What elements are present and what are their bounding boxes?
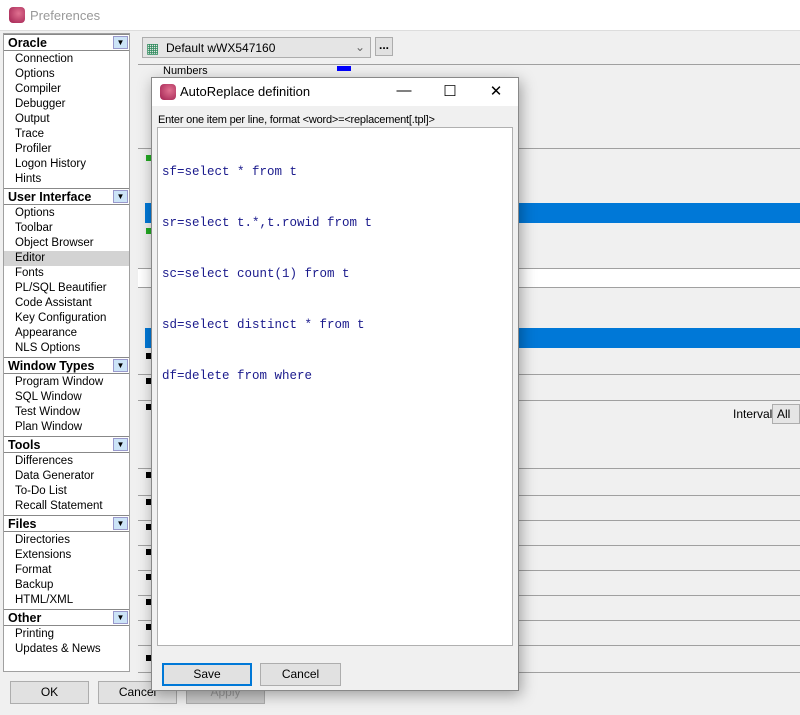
format-hint: Enter one item per line, format <word>=<… xyxy=(158,114,435,126)
sidebar-item[interactable]: Toolbar xyxy=(4,221,129,236)
collapse-icon[interactable]: ▼ xyxy=(113,36,128,49)
sidebar-item[interactable]: Printing xyxy=(4,627,129,642)
section-label: Files xyxy=(8,517,37,531)
sidebar-item[interactable]: Directories xyxy=(4,533,129,548)
sidebar-section-other[interactable]: Other ▼ xyxy=(4,609,129,626)
app-icon xyxy=(9,7,25,23)
profile-value: Default wWX547160 xyxy=(166,41,276,55)
autoreplace-dialog: AutoReplace definition — ☐ ✕ Enter one i… xyxy=(151,77,519,691)
sidebar-item[interactable]: NLS Options xyxy=(4,341,129,356)
window-title: Preferences xyxy=(30,8,101,23)
dialog-title: AutoReplace definition xyxy=(180,84,311,99)
close-icon[interactable]: ✕ xyxy=(481,82,511,100)
sidebar-item[interactable]: Profiler xyxy=(4,142,129,157)
title-bar: Preferences xyxy=(0,0,800,31)
sidebar-item[interactable]: Recall Statement xyxy=(4,499,129,514)
sidebar-section-user-interface[interactable]: User Interface ▼ xyxy=(4,188,129,205)
sidebar-item[interactable]: Updates & News xyxy=(4,642,129,657)
sidebar-item[interactable]: Output xyxy=(4,112,129,127)
maximize-icon[interactable]: ☐ xyxy=(435,82,465,100)
sidebar-item[interactable]: Key Configuration xyxy=(4,311,129,326)
sidebar-item[interactable]: Code Assistant xyxy=(4,296,129,311)
sidebar-section-tools[interactable]: Tools ▼ xyxy=(4,436,129,453)
sidebar-item[interactable]: Data Generator xyxy=(4,469,129,484)
sidebar-item[interactable]: Hints xyxy=(4,172,129,187)
chevron-down-icon: ⌄ xyxy=(354,40,365,54)
sidebar-item[interactable]: Logon History xyxy=(4,157,129,172)
sidebar-item[interactable]: To-Do List xyxy=(4,484,129,499)
divider xyxy=(138,64,800,65)
sidebar-item[interactable]: Trace xyxy=(4,127,129,142)
interval-label: Interval xyxy=(733,407,773,421)
sidebar-item[interactable]: Appearance xyxy=(4,326,129,341)
section-label: User Interface xyxy=(8,190,92,204)
app-icon xyxy=(160,84,176,100)
preferences-sidebar: Oracle ▼ Connection Options Compiler Debugger… xyxy=(3,33,130,672)
collapse-icon[interactable]: ▼ xyxy=(113,359,128,372)
autoreplace-textarea[interactable]: sf=select * from t sr=select t.*,t.rowid… xyxy=(157,127,513,646)
sidebar-section-oracle[interactable]: Oracle ▼ xyxy=(4,34,129,51)
profile-more-button[interactable]: ... xyxy=(375,37,393,56)
sidebar-item[interactable]: Compiler xyxy=(4,82,129,97)
sidebar-item[interactable]: Backup xyxy=(4,578,129,593)
sidebar-item[interactable]: Test Window xyxy=(4,405,129,420)
sidebar-item[interactable]: Connection xyxy=(4,52,129,67)
sidebar-section-window-types[interactable]: Window Types ▼ xyxy=(4,357,129,374)
sidebar-item[interactable]: PL/SQL Beautifier xyxy=(4,281,129,296)
sidebar-section-files[interactable]: Files ▼ xyxy=(4,515,129,532)
section-label: Tools xyxy=(8,438,41,452)
sidebar-item[interactable]: HTML/XML xyxy=(4,593,129,608)
autoreplace-line: sd=select distinct * from t xyxy=(162,318,365,332)
sidebar-item[interactable]: Editor xyxy=(4,251,129,266)
ok-button[interactable]: OK xyxy=(10,681,89,704)
sidebar-item[interactable]: Plan Window xyxy=(4,420,129,435)
section-label: Oracle xyxy=(8,36,47,50)
sidebar-item[interactable]: Debugger xyxy=(4,97,129,112)
collapse-icon[interactable]: ▼ xyxy=(113,517,128,530)
collapse-icon[interactable]: ▼ xyxy=(113,438,128,451)
color-swatch xyxy=(337,66,351,71)
numbers-checkbox-label[interactable]: Numbers xyxy=(163,65,208,77)
profile-combo[interactable]: ▦ Default wWX547160 ⌄ xyxy=(142,37,371,58)
autoreplace-line: df=delete from where xyxy=(162,369,313,383)
minimize-icon[interactable]: — xyxy=(389,82,419,99)
autoreplace-line: sf=select * from t xyxy=(162,165,298,179)
sidebar-item[interactable]: Format xyxy=(4,563,129,578)
profile-icon: ▦ xyxy=(146,40,160,56)
sidebar-item[interactable]: Fonts xyxy=(4,266,129,281)
collapse-icon[interactable]: ▼ xyxy=(113,611,128,624)
sidebar-item[interactable]: Object Browser xyxy=(4,236,129,251)
sidebar-item[interactable]: Extensions xyxy=(4,548,129,563)
dialog-title-bar: AutoReplace definition — ☐ ✕ xyxy=(152,78,518,106)
autoreplace-line: sr=select t.*,t.rowid from t xyxy=(162,216,373,230)
autoreplace-line: sc=select count(1) from t xyxy=(162,267,350,281)
sidebar-item[interactable]: SQL Window xyxy=(4,390,129,405)
section-label: Other xyxy=(8,611,42,625)
save-button[interactable]: Save xyxy=(162,663,252,686)
dialog-cancel-button[interactable]: Cancel xyxy=(260,663,341,686)
sidebar-item[interactable]: Options xyxy=(4,206,129,221)
collapse-icon[interactable]: ▼ xyxy=(113,190,128,203)
interval-select[interactable]: All xyxy=(772,404,800,424)
section-label: Window Types xyxy=(8,359,95,373)
sidebar-item[interactable]: Options xyxy=(4,67,129,82)
sidebar-item[interactable]: Differences xyxy=(4,454,129,469)
sidebar-item[interactable]: Program Window xyxy=(4,375,129,390)
